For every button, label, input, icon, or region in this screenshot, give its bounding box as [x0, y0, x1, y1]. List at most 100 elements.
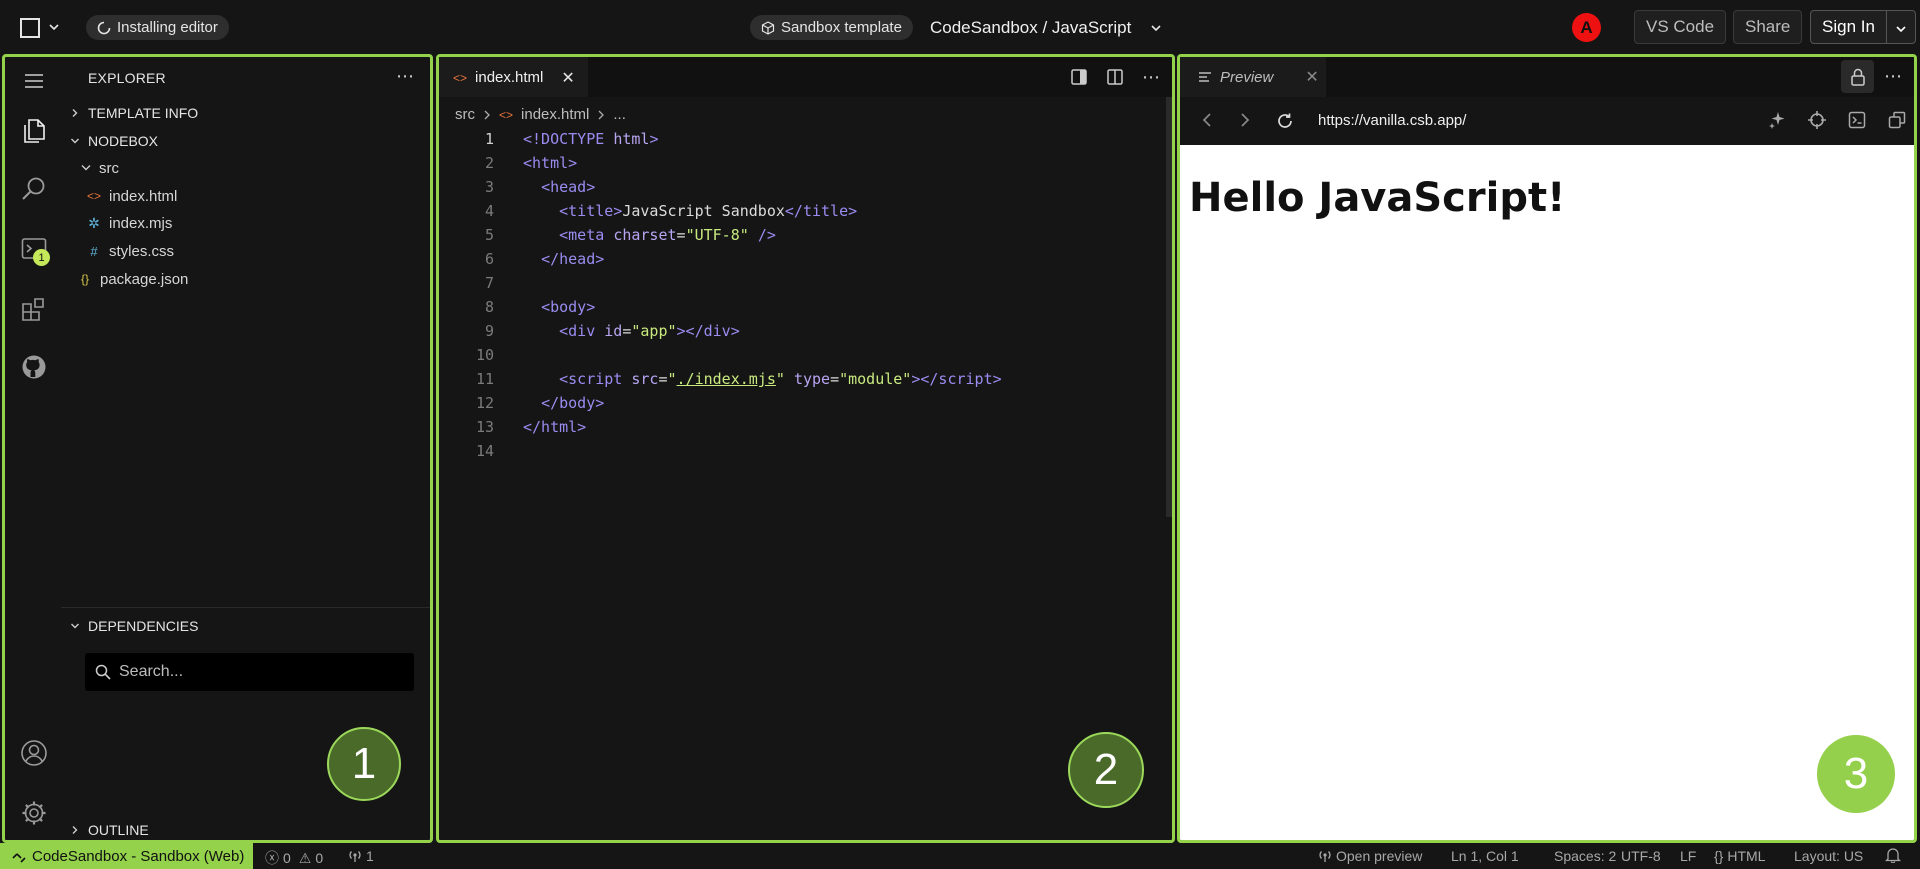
editor-panel: <> index.html ✕ ⋯ src <> index.html ... …: [436, 54, 1175, 843]
toggle-panel-icon[interactable]: [1070, 68, 1088, 86]
vscode-button[interactable]: VS Code: [1634, 10, 1727, 44]
breadcrumb-item[interactable]: src: [455, 106, 475, 123]
line-number: 1: [484, 130, 494, 148]
split-editor-icon[interactable]: [1106, 68, 1124, 86]
tab-preview[interactable]: Preview ✕: [1180, 57, 1326, 97]
tree-folder-src[interactable]: src: [61, 156, 430, 180]
section-outline[interactable]: OUTLINE: [61, 819, 430, 840]
breadcrumb-item[interactable]: ...: [613, 106, 626, 123]
refresh-icon[interactable]: [1276, 112, 1294, 130]
extensions-icon[interactable]: [18, 293, 50, 325]
problems-indicator[interactable]: ⓧ 0 ⚠ 0: [265, 848, 323, 868]
line-number: 14: [475, 442, 494, 460]
dependency-search-input[interactable]: [119, 663, 399, 681]
sign-in-label: Sign In: [1822, 17, 1875, 36]
breadcrumb-item[interactable]: index.html: [521, 106, 589, 123]
section-dependencies[interactable]: DEPENDENCIES: [61, 615, 430, 637]
tree-file-package-json[interactable]: {} package.json: [61, 267, 430, 291]
tree-item-label: index.html: [109, 187, 178, 205]
preview-viewport[interactable]: Hello JavaScript! 3: [1180, 145, 1914, 840]
indentation[interactable]: Spaces: 2: [1554, 848, 1616, 864]
sandbox-title[interactable]: CodeSandbox / JavaScript: [930, 18, 1131, 38]
editor-scrollbar[interactable]: [1166, 97, 1172, 517]
encoding[interactable]: UTF-8: [1621, 848, 1661, 864]
forward-icon[interactable]: [1238, 112, 1252, 128]
warning-count: 0: [315, 850, 324, 866]
code-line: <!DOCTYPE html>: [523, 130, 659, 148]
line-number: 13: [475, 418, 494, 436]
lock-button[interactable]: [1841, 60, 1874, 93]
warning-icon: ⚠: [298, 849, 312, 866]
console-icon[interactable]: [1848, 111, 1866, 129]
chevron-down-icon[interactable]: [48, 21, 60, 33]
sign-in-button[interactable]: Sign In: [1810, 10, 1916, 44]
line-number: 8: [484, 298, 494, 316]
chevron-down-icon: [81, 165, 91, 171]
tab-index-html[interactable]: <> index.html ✕: [439, 57, 588, 97]
line-number: 10: [475, 346, 494, 364]
keyboard-layout[interactable]: Layout: US: [1794, 848, 1863, 864]
avatar[interactable]: A: [1572, 13, 1601, 42]
ports-count: 1: [366, 848, 374, 864]
codesandbox-logo[interactable]: [20, 18, 40, 38]
open-preview-label: Open preview: [1336, 848, 1423, 864]
more-actions-icon[interactable]: ⋯: [1142, 67, 1160, 88]
code-line: </head>: [541, 250, 605, 268]
github-icon[interactable]: [18, 351, 50, 383]
sparkle-icon[interactable]: [1768, 111, 1786, 129]
open-in-new-window-icon[interactable]: [1888, 111, 1906, 129]
search-icon[interactable]: [18, 173, 50, 205]
language-mode[interactable]: {} HTML: [1714, 848, 1765, 864]
preview-tab-bar: Preview ✕ ⋯: [1180, 57, 1914, 97]
preview-tools: [1768, 111, 1914, 129]
remote-label: CodeSandbox - Sandbox (Web): [32, 847, 245, 865]
tree-item-label: src: [99, 159, 119, 177]
code-line: <div id="app"></div>: [559, 322, 740, 340]
menu-icon[interactable]: [18, 65, 50, 97]
js-file-icon: ✲: [88, 214, 100, 231]
more-actions-icon[interactable]: ⋯: [396, 66, 414, 87]
section-template-info-label: TEMPLATE INFO: [88, 105, 199, 121]
cursor-position[interactable]: Ln 1, Col 1: [1451, 848, 1519, 864]
section-template-info[interactable]: TEMPLATE INFO: [61, 102, 430, 124]
crosshair-icon[interactable]: [1808, 111, 1826, 129]
account-icon[interactable]: [18, 737, 50, 769]
error-count: 0: [283, 850, 291, 866]
chevron-right-icon: [598, 110, 605, 119]
panel-marker-3: 3: [1817, 735, 1895, 813]
line-number: 7: [484, 274, 494, 292]
tree-item-label: styles.css: [109, 242, 175, 260]
search-icon: [95, 664, 111, 680]
explorer-heading: EXPLORER: [88, 70, 166, 86]
tree-file-index-html[interactable]: <> index.html: [61, 184, 430, 208]
notifications-bell-icon[interactable]: [1885, 847, 1901, 863]
section-nodebox-label: NODEBOX: [88, 133, 159, 149]
chevron-down-icon[interactable]: [1150, 22, 1162, 34]
tree-file-index-mjs[interactable]: ✲ index.mjs: [61, 211, 430, 235]
sandbox-template-pill[interactable]: Sandbox template: [750, 15, 913, 40]
ports-indicator[interactable]: 1: [348, 848, 374, 864]
tree-file-styles-css[interactable]: # styles.css: [61, 239, 430, 263]
line-number: 6: [484, 250, 494, 268]
preview-url[interactable]: https://vanilla.csb.app/: [1318, 112, 1466, 129]
open-preview-button[interactable]: Open preview: [1318, 848, 1422, 864]
editor-actions: ⋯: [1070, 57, 1172, 97]
chevron-down-icon[interactable]: [1895, 23, 1907, 35]
installing-status-pill: Installing editor: [86, 15, 229, 40]
status-bar: CodeSandbox - Sandbox (Web) ⓧ 0 ⚠ 0 1 Op…: [0, 843, 1920, 869]
preview-icon: [1199, 72, 1211, 82]
section-nodebox[interactable]: NODEBOX: [61, 130, 430, 152]
more-actions-icon[interactable]: ⋯: [1884, 66, 1902, 87]
gear-icon[interactable]: [18, 797, 50, 829]
close-icon[interactable]: ✕: [561, 68, 574, 88]
html-file-icon: <>: [499, 107, 514, 122]
line-ending[interactable]: LF: [1680, 848, 1696, 864]
share-button[interactable]: Share: [1733, 10, 1803, 44]
remote-indicator[interactable]: CodeSandbox - Sandbox (Web): [0, 843, 253, 869]
back-icon[interactable]: [1200, 112, 1214, 128]
files-icon[interactable]: [18, 115, 50, 147]
tree-item-label: package.json: [100, 270, 189, 288]
code-line: <meta charset="UTF-8" />: [559, 226, 776, 244]
html-file-icon: <>: [453, 70, 468, 85]
close-icon[interactable]: ✕: [1305, 67, 1318, 87]
